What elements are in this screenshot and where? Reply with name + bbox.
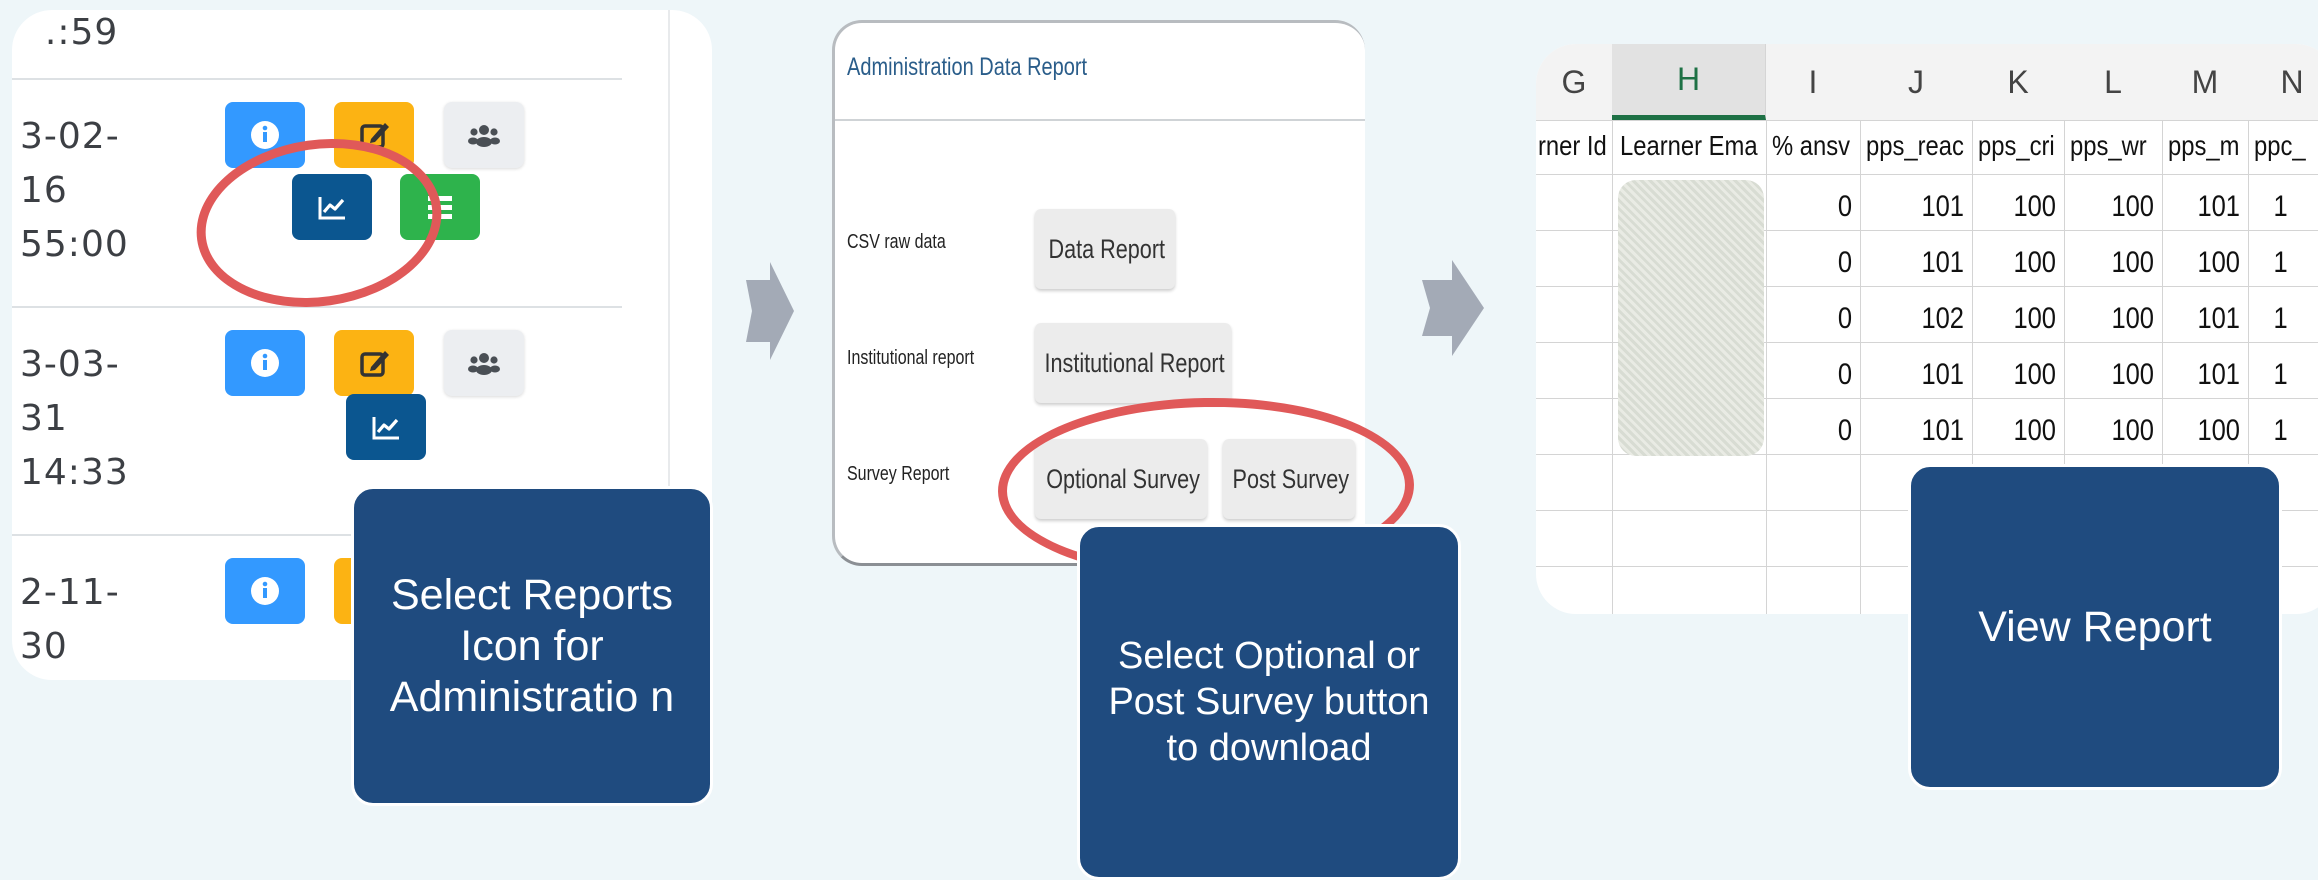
users-button[interactable] (444, 102, 524, 168)
table-cell: 1 (2273, 246, 2288, 279)
table-cell: 100 (2111, 358, 2154, 391)
table-cell: 100 (2111, 302, 2154, 335)
date-cell-3: 3-03- 31 14:33 (20, 344, 129, 493)
table-cell: 0 (1837, 246, 1852, 279)
table-cell: 100 (2013, 358, 2056, 391)
table-cell: 1 (2273, 358, 2288, 391)
csv-raw-data-label: CSV raw data (847, 231, 946, 253)
date-cell-1: .:59 (20, 12, 119, 53)
header-learner-id: rner Id (1538, 130, 1607, 161)
table-cell: 100 (2013, 246, 2056, 279)
redacted-email-block (1618, 180, 1764, 456)
header-pps-m: pps_m (2168, 130, 2240, 161)
column-header-m[interactable]: M (2162, 44, 2249, 120)
grid-line (1766, 120, 1767, 614)
users-icon (468, 353, 500, 375)
grid-line (1536, 174, 2318, 175)
institutional-report-label: Institutional report (847, 347, 975, 369)
arrow-right-icon (1422, 260, 1484, 356)
table-cell: 0 (1837, 302, 1852, 335)
table-cell: 1 (2273, 302, 2288, 335)
table-cell: 102 (1921, 302, 1964, 335)
arrow-right-icon (746, 262, 794, 360)
data-report-button[interactable]: Data Report (1035, 209, 1175, 289)
column-header-l[interactable]: L (2064, 44, 2163, 120)
header-learner-email: Learner Ema (1620, 130, 1758, 161)
users-icon (468, 125, 500, 147)
table-cell: 100 (2111, 246, 2154, 279)
dialog-title: Administration Data Report (847, 53, 1088, 81)
table-cell: 101 (1921, 358, 1964, 391)
date-cell-2: 3-02- 16 55:00 (20, 116, 129, 265)
table-cell: 101 (2197, 358, 2240, 391)
table-cell: 100 (2013, 190, 2056, 223)
step3-caption: View Report (1908, 464, 2282, 790)
table-cell: 100 (2013, 414, 2056, 447)
header-pps-wr: pps_wr (2070, 130, 2147, 161)
column-header-h[interactable]: H (1612, 44, 1766, 120)
column-header-k[interactable]: K (1972, 44, 2065, 120)
title-divider (835, 119, 1365, 121)
table-cell: 100 (2013, 302, 2056, 335)
table-cell: 100 (2197, 246, 2240, 279)
header-percent-answered: % ansv (1772, 130, 1851, 161)
users-button[interactable] (444, 330, 524, 396)
column-header-j[interactable]: J (1860, 44, 1973, 120)
table-cell: 100 (2197, 414, 2240, 447)
header-ppc: ppc_ (2254, 130, 2306, 161)
table-cell: 0 (1837, 190, 1852, 223)
column-header-n[interactable]: N (2248, 44, 2318, 120)
info-icon (251, 577, 279, 605)
date-cell-4: 2-11- 30 (20, 572, 120, 667)
table-cell: 101 (1921, 246, 1964, 279)
edit-icon (360, 351, 389, 377)
info-button[interactable] (225, 558, 305, 624)
table-cell: 101 (1921, 414, 1964, 447)
table-cell: 1 (2273, 414, 2288, 447)
info-icon (251, 349, 279, 377)
column-header-i[interactable]: I (1766, 44, 1861, 120)
info-button[interactable] (225, 330, 305, 396)
header-pps-read: pps_reac (1866, 130, 1964, 161)
table-cell: 101 (1921, 190, 1964, 223)
step2-caption: Select Optional or Post Survey button to… (1077, 524, 1461, 880)
survey-report-label: Survey Report (847, 463, 950, 485)
table-cell: 101 (2197, 302, 2240, 335)
grid-line (1536, 120, 2318, 121)
header-pps-crit: pps_cri (1978, 130, 2055, 161)
column-header-g[interactable]: G (1536, 44, 1613, 120)
table-cell: 1 (2273, 190, 2288, 223)
table-cell: 101 (2197, 190, 2240, 223)
table-cell: 100 (2111, 414, 2154, 447)
table-cell: 100 (2111, 190, 2154, 223)
grid-line (1612, 120, 1613, 614)
row-separator (12, 78, 622, 80)
grid-line (1860, 120, 1861, 614)
chart-line-icon (372, 417, 399, 440)
institutional-report-button[interactable]: Institutional Report (1035, 323, 1231, 403)
edit-button[interactable] (334, 330, 414, 396)
reports-button[interactable] (346, 394, 426, 460)
step1-caption: Select Reports Icon for Administratio n (351, 486, 713, 806)
table-cell: 0 (1837, 414, 1852, 447)
table-cell: 0 (1837, 358, 1852, 391)
